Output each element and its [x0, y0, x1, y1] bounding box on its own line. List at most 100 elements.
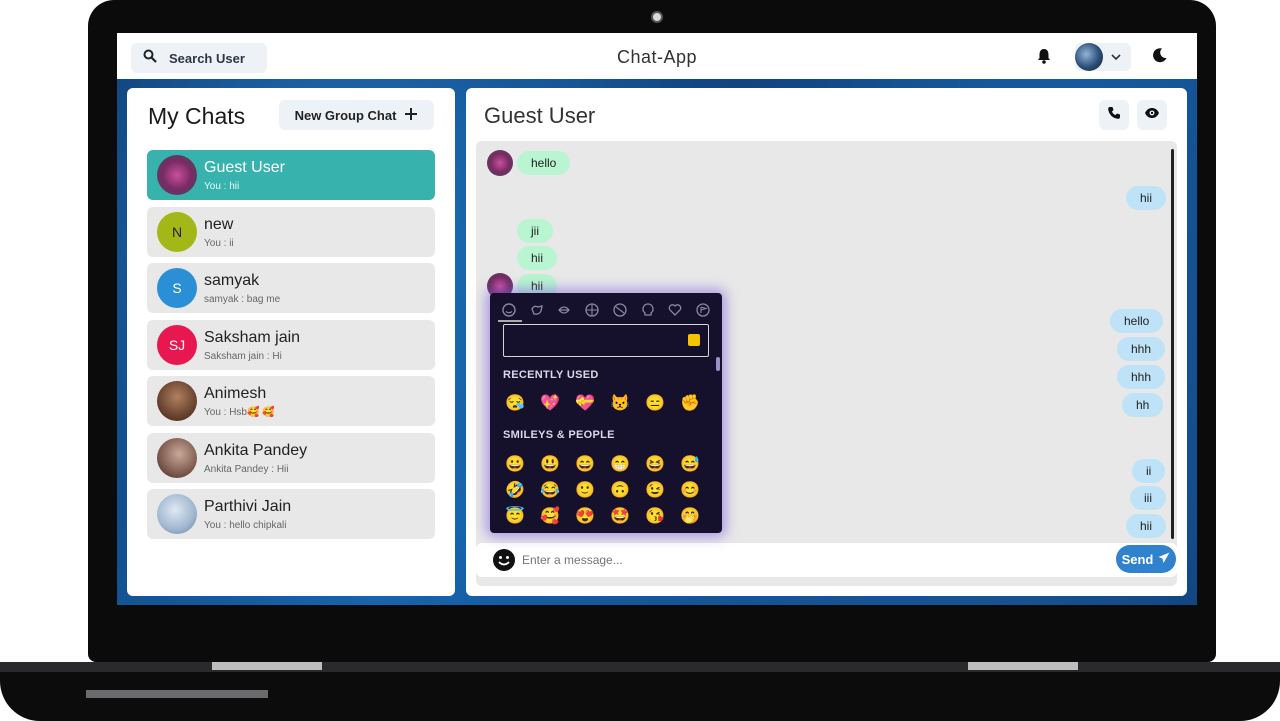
- emoji-button[interactable]: 😾: [610, 394, 630, 414]
- laptop-hinge-strip: [0, 662, 1280, 672]
- emoji-button[interactable]: 😍: [575, 507, 595, 527]
- call-button[interactable]: [1099, 100, 1129, 130]
- emoji-button[interactable]: 😪: [505, 394, 525, 414]
- emoji-search-input[interactable]: [503, 324, 709, 357]
- skin-tone-icon[interactable]: [688, 334, 700, 346]
- emoji-category-tabs: [498, 299, 714, 321]
- message-bubble: ii: [1132, 459, 1166, 483]
- scrollbar[interactable]: [1171, 149, 1174, 539]
- chat-preview: You : Hsb🥰 🥰: [204, 407, 275, 418]
- emoji-button[interactable]: ✊: [680, 394, 700, 414]
- paper-plane-icon: [1158, 552, 1170, 567]
- chat-preview: You : hii: [204, 181, 240, 192]
- message-bubble: hii: [1126, 186, 1167, 210]
- emoji-button[interactable]: 😄: [575, 455, 595, 475]
- activity-icon[interactable]: [609, 299, 631, 321]
- smileys-people-heading: SMILEYS & PEOPLE: [503, 429, 615, 441]
- new-group-chat-label: New Group Chat: [294, 107, 397, 123]
- new-group-chat-button[interactable]: New Group Chat: [279, 100, 434, 130]
- emoji-button[interactable]: 😘: [645, 507, 665, 527]
- app-screen: Search User Chat-App My Chats New Group …: [117, 33, 1197, 605]
- avatar: [1075, 43, 1103, 71]
- chat-item-animesh[interactable]: Animesh You : Hsb🥰 🥰: [147, 376, 435, 426]
- avatar: [157, 381, 197, 421]
- chat-preview: You : hello chipkali: [204, 520, 287, 531]
- objects-icon[interactable]: [637, 299, 659, 321]
- webcam: [651, 11, 663, 23]
- message-bubble: hhh: [1117, 365, 1166, 389]
- chat-item-parthivi-jain[interactable]: Parthivi Jain You : hello chipkali: [147, 489, 435, 539]
- avatar: S: [157, 268, 197, 308]
- my-chats-title: My Chats: [148, 103, 246, 129]
- eye-icon: [1144, 106, 1160, 124]
- flags-icon[interactable]: [692, 299, 714, 321]
- animals-icon[interactable]: [526, 299, 548, 321]
- emoji-button[interactable]: 🤣: [505, 481, 525, 501]
- emoji-button[interactable]: 🤭: [680, 507, 700, 527]
- chat-item-new[interactable]: N new You : ii: [147, 206, 435, 257]
- smileys-icon[interactable]: [498, 299, 520, 321]
- message-bubble: iii: [1130, 486, 1166, 510]
- emoji-button[interactable]: 💖: [540, 394, 560, 414]
- emoji-picker-scrollbar[interactable]: [716, 357, 720, 371]
- emoji-button[interactable]: 😃: [540, 455, 560, 475]
- dark-mode-toggle[interactable]: [1145, 43, 1175, 71]
- chat-item-saksham-jain[interactable]: SJ Saksham jain Saksham jain : Hi: [147, 319, 435, 370]
- chat-name: samyak: [204, 272, 260, 289]
- emoji-button[interactable]: 😂: [540, 481, 560, 501]
- chat-preview: samyak : bag me: [204, 294, 281, 305]
- emoji-button[interactable]: 😆: [645, 455, 665, 475]
- send-button[interactable]: Send: [1116, 545, 1176, 573]
- chat-preview: Saksham jain : Hi: [204, 350, 282, 362]
- emoji-row: 😇 🥰 😍 🤩 😘 🤭: [505, 507, 700, 527]
- hinge-left: [212, 662, 322, 670]
- hinge-right: [968, 662, 1078, 670]
- message-input[interactable]: [522, 548, 1062, 572]
- travel-icon[interactable]: [581, 299, 603, 321]
- message-bubble: hh: [1122, 393, 1164, 417]
- message-bubble: hello: [517, 151, 571, 175]
- chat-name: Guest User: [204, 159, 285, 176]
- emoji-button[interactable]: 😊: [680, 481, 700, 501]
- emoji-button[interactable]: 🙃: [610, 481, 630, 501]
- emoji-row: 😪 💖 💝 😾 😑 ✊: [505, 394, 700, 414]
- chat-item-guest-user[interactable]: Guest User You : hii: [147, 150, 435, 200]
- profile-menu-button[interactable]: [1075, 43, 1131, 71]
- emoji-button[interactable]: 😀: [505, 455, 525, 475]
- bell-icon[interactable]: [1035, 47, 1053, 70]
- emoji-button[interactable]: 🙂: [575, 481, 595, 501]
- chat-preview: You : ii: [204, 237, 234, 249]
- emoji-button[interactable]: 😁: [610, 455, 630, 475]
- emoji-button[interactable]: 😇: [505, 507, 525, 527]
- trackpad-edge: [86, 690, 268, 698]
- emoji-row: 😀 😃 😄 😁 😆 😅: [505, 455, 700, 475]
- avatar: [157, 155, 197, 195]
- send-label: Send: [1121, 551, 1154, 567]
- avatar: SJ: [157, 324, 197, 365]
- chat-list: Guest User You : hii N new You : ii S sa…: [147, 150, 435, 546]
- emoji-button[interactable]: 🤩: [610, 507, 630, 527]
- message-bubble: hhh: [1117, 337, 1166, 361]
- emoji-button[interactable]: 🥰: [540, 507, 560, 527]
- emoji-button[interactable]: 💝: [575, 394, 595, 414]
- message-bubble: hello: [1110, 309, 1164, 333]
- phone-icon: [1107, 106, 1121, 125]
- food-icon[interactable]: [553, 299, 575, 321]
- emoji-button[interactable]: 😑: [645, 394, 665, 414]
- top-header: Search User Chat-App: [117, 33, 1197, 79]
- chat-name: new: [204, 215, 234, 233]
- symbols-icon[interactable]: [664, 299, 686, 321]
- message-bubble: hii: [517, 246, 558, 270]
- chevron-down-icon: [1111, 48, 1121, 66]
- emoji-picker-toggle-icon[interactable]: [492, 548, 516, 572]
- moon-icon: [1152, 47, 1168, 68]
- emoji-button[interactable]: 😅: [680, 455, 700, 475]
- chat-name: Parthivi Jain: [204, 498, 292, 515]
- view-profile-button[interactable]: [1137, 100, 1167, 130]
- message-bubble: hii: [1126, 514, 1167, 538]
- emoji-row: 🤣 😂 🙂 🙃 😉 😊: [505, 481, 700, 501]
- chat-item-samyak[interactable]: S samyak samyak : bag me: [147, 263, 435, 313]
- emoji-button[interactable]: 😉: [645, 481, 665, 501]
- active-category-indicator: [498, 320, 522, 322]
- chat-item-ankita-pandey[interactable]: Ankita Pandey Ankita Pandey : Hii: [147, 432, 435, 483]
